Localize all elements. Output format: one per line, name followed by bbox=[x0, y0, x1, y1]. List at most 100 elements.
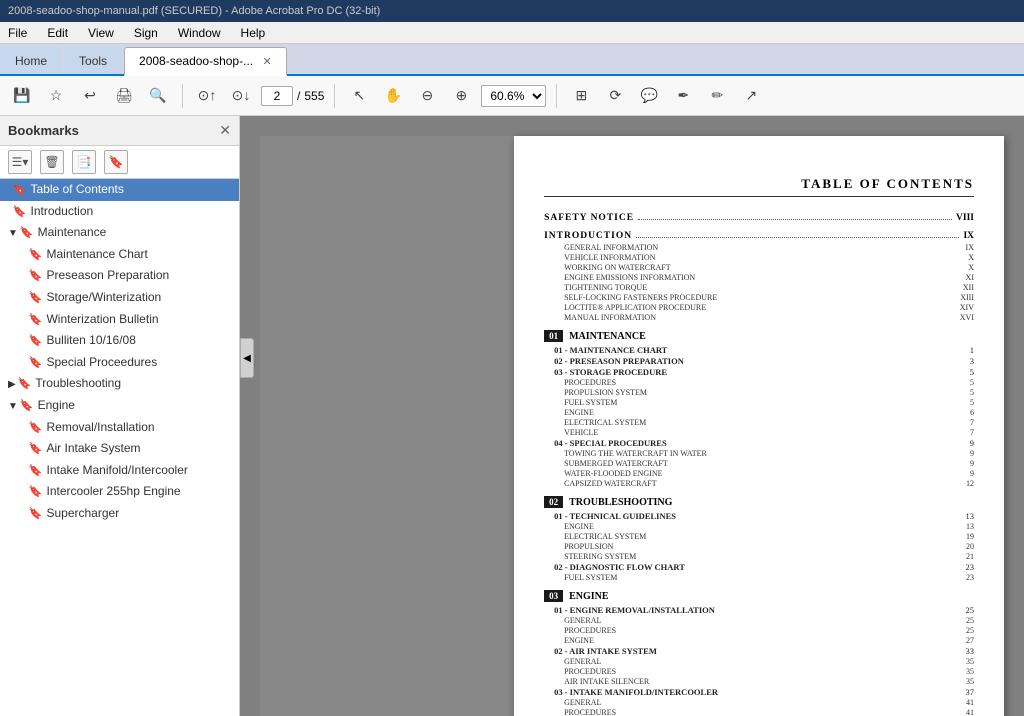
bm-expand-icon bbox=[24, 314, 27, 327]
pan-tool[interactable]: ✋ bbox=[379, 82, 407, 110]
bm-intercooler-255[interactable]: 🔖 Intercooler 255hp Engine bbox=[16, 481, 239, 503]
title-bar-text: 2008-seadoo-shop-manual.pdf (SECURED) - … bbox=[8, 5, 380, 17]
bookmark-icon: 🔖 bbox=[20, 399, 34, 413]
bm-table-of-contents[interactable]: 🔖 Table of Contents bbox=[0, 179, 239, 201]
bm-winterization-bulletin[interactable]: 🔖 Winterization Bulletin bbox=[16, 309, 239, 331]
toc-safety-notice: SAFETY NOTICE VIII bbox=[544, 213, 974, 223]
bm-expand-icon bbox=[24, 422, 27, 435]
bm-intake-manifold[interactable]: 🔖 Intake Manifold/Intercooler bbox=[16, 460, 239, 482]
zoom-in-button[interactable]: ⊕ bbox=[447, 82, 475, 110]
bm-engine-label: Engine bbox=[38, 398, 235, 414]
bm-options-button[interactable]: ☰▾ bbox=[8, 150, 32, 174]
find-button[interactable]: 🔍 bbox=[144, 82, 172, 110]
next-page-button[interactable]: ⊙↓ bbox=[227, 82, 255, 110]
bm-expand-troubleshooting-icon[interactable]: ▶ bbox=[8, 378, 16, 391]
bm-introduction[interactable]: 🔖 Introduction bbox=[0, 201, 239, 223]
page-separator: / bbox=[297, 89, 300, 103]
separator-2 bbox=[334, 84, 335, 108]
bm-troubleshooting[interactable]: ▶ 🔖 Troubleshooting bbox=[0, 373, 239, 395]
view-options-button[interactable]: ⊞ bbox=[567, 82, 595, 110]
bookmark-icon: 🔖 bbox=[29, 248, 43, 262]
toc-maintenance: 01 MAINTENANCE 01 - MAINTENANCE CHART1 0… bbox=[544, 330, 974, 488]
zoom-select[interactable]: 60.6% bbox=[481, 85, 546, 107]
page-number-input[interactable] bbox=[261, 86, 293, 106]
bookmark-icon: 🔖 bbox=[29, 421, 43, 435]
toc-dots bbox=[638, 210, 952, 220]
menu-bar: File Edit View Sign Window Help bbox=[0, 22, 1024, 44]
bm-expand-icon bbox=[24, 270, 27, 283]
menu-help[interactable]: Help bbox=[237, 24, 270, 42]
print-button[interactable]: 🖨 bbox=[110, 82, 138, 110]
toc-engine: 03 ENGINE 01 - ENGINE REMOVAL/INSTALLATI… bbox=[544, 590, 974, 716]
bm-air-intake[interactable]: 🔖 Air Intake System bbox=[16, 438, 239, 460]
bm-supercharger-label: Supercharger bbox=[46, 506, 235, 522]
bookmark-icon: 🔖 bbox=[29, 291, 43, 305]
bm-intercooler-label: Intercooler 255hp Engine bbox=[46, 484, 235, 500]
toc-intro-page: IX bbox=[963, 231, 974, 241]
menu-edit[interactable]: Edit bbox=[43, 24, 72, 42]
bookmark-icon: 🔖 bbox=[13, 205, 27, 219]
bookmark-icon: 🔖 bbox=[29, 334, 43, 348]
panel-collapse-arrow[interactable]: ◀ bbox=[240, 338, 254, 378]
tab-close-icon[interactable]: ✕ bbox=[262, 56, 271, 68]
cursor-tool[interactable]: ↖ bbox=[345, 82, 373, 110]
bm-delete-button[interactable]: 🗑 bbox=[40, 150, 64, 174]
bookmark-icon: 🔖 bbox=[29, 464, 43, 478]
prev-page-button[interactable]: ⊙↑ bbox=[193, 82, 221, 110]
toc-safety-title: SAFETY NOTICE bbox=[544, 213, 634, 223]
toc-safety-page: VIII bbox=[956, 213, 974, 223]
chapter-title: ENGINE bbox=[569, 591, 608, 602]
menu-view[interactable]: View bbox=[84, 24, 118, 42]
bm-removal-label: Removal/Installation bbox=[46, 420, 235, 436]
bm-storage-winterization[interactable]: 🔖 Storage/Winterization bbox=[16, 287, 239, 309]
page-nav: / 555 bbox=[261, 86, 324, 106]
bm-toc-label: Table of Contents bbox=[30, 182, 235, 198]
bm-expand-icon bbox=[24, 249, 27, 262]
menu-file[interactable]: File bbox=[4, 24, 31, 42]
tab-tools[interactable]: Tools bbox=[64, 47, 122, 74]
menu-sign[interactable]: Sign bbox=[130, 24, 162, 42]
bm-expand-icon bbox=[24, 292, 27, 305]
bm-maintenance-chart[interactable]: 🔖 Maintenance Chart bbox=[16, 244, 239, 266]
tab-home[interactable]: Home bbox=[0, 47, 62, 74]
rotate-button[interactable]: ⟳ bbox=[601, 82, 629, 110]
bm-engine[interactable]: ▼ 🔖 Engine bbox=[0, 395, 239, 417]
zoom-out-button[interactable]: ⊖ bbox=[413, 82, 441, 110]
pen-button[interactable]: ✒ bbox=[669, 82, 697, 110]
comment-button[interactable]: 💬 bbox=[635, 82, 663, 110]
bm-expand-icon bbox=[8, 184, 11, 197]
bm-expand-engine-icon[interactable]: ▼ bbox=[8, 400, 18, 413]
bm-supercharger[interactable]: 🔖 Supercharger bbox=[16, 503, 239, 525]
bm-expand-maintenance-icon[interactable]: ▼ bbox=[8, 227, 18, 240]
bookmarks-close-button[interactable]: ✕ bbox=[219, 122, 231, 139]
chapter-num: 01 bbox=[544, 330, 563, 342]
bm-engine-children: 🔖 Removal/Installation 🔖 Air Intake Syst… bbox=[0, 417, 239, 525]
highlight-button[interactable]: ✏ bbox=[703, 82, 731, 110]
bookmarks-toolbar: ☰▾ 🗑 📑 🔖 bbox=[0, 146, 239, 179]
bm-expand-button[interactable]: 📑 bbox=[72, 150, 96, 174]
bm-air-intake-label: Air Intake System bbox=[46, 441, 235, 457]
bm-expand-icon bbox=[24, 508, 27, 521]
bookmark-icon: 🔖 bbox=[29, 269, 43, 283]
bm-special-procedures[interactable]: 🔖 Special Proceedures bbox=[16, 352, 239, 374]
bm-preseason-prep[interactable]: 🔖 Preseason Preparation bbox=[16, 265, 239, 287]
save-button[interactable]: 💾 bbox=[8, 82, 36, 110]
tab-document[interactable]: 2008-seadoo-shop-... ✕ bbox=[124, 47, 287, 76]
bm-removal-installation[interactable]: 🔖 Removal/Installation bbox=[16, 417, 239, 439]
bookmarks-title: Bookmarks bbox=[8, 123, 79, 138]
bm-maintenance[interactable]: ▼ 🔖 Maintenance bbox=[0, 222, 239, 244]
bm-expand-icon bbox=[8, 206, 11, 219]
menu-window[interactable]: Window bbox=[174, 24, 225, 42]
bm-bulletin[interactable]: 🔖 Bulliten 10/16/08 bbox=[16, 330, 239, 352]
back-button[interactable]: ↩ bbox=[76, 82, 104, 110]
tab-bar: Home Tools 2008-seadoo-shop-... ✕ bbox=[0, 44, 1024, 76]
bm-troubleshooting-label: Troubleshooting bbox=[35, 376, 235, 392]
bm-expand-icon bbox=[24, 465, 27, 478]
share-button[interactable]: ↗ bbox=[737, 82, 765, 110]
bm-tag-button[interactable]: 🔖 bbox=[104, 150, 128, 174]
bm-introduction-label: Introduction bbox=[30, 204, 235, 220]
bookmark-button[interactable]: ☆ bbox=[42, 82, 70, 110]
pdf-view-area[interactable]: TABLE OF CONTENTS SAFETY NOTICE VIII INT… bbox=[240, 116, 1024, 716]
toc-heading: TABLE OF CONTENTS bbox=[544, 176, 974, 197]
bookmark-icon: 🔖 bbox=[29, 442, 43, 456]
